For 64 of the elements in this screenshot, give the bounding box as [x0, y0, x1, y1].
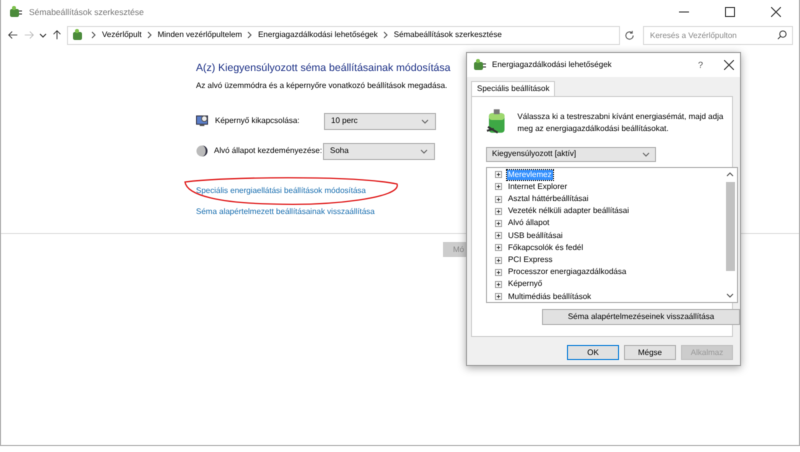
close-icon[interactable] [724, 60, 734, 70]
page-heading: A(z) Kiegyensúlyozott séma beállításainak módosítása [196, 62, 450, 75]
moon-icon [196, 145, 208, 158]
refresh-icon[interactable] [624, 30, 635, 40]
dropdown-icon [421, 117, 429, 126]
tree-item[interactable]: Processzor energiagazdálkodása [507, 267, 628, 278]
plan-dropdown[interactable]: Kiegyensúlyozott [aktív] [486, 146, 656, 162]
tree-item[interactable]: Vezeték nélküli adapter beállításai [507, 206, 630, 216]
breadcrumb[interactable]: Sémabeállítások szerkesztése [394, 30, 502, 40]
tree-item[interactable]: Képernyő [507, 279, 544, 290]
back-icon[interactable] [7, 29, 19, 41]
chevron-icon [247, 31, 254, 39]
expand-icon[interactable] [495, 280, 502, 288]
tree-item[interactable]: Asztal háttérbeállításai [507, 194, 590, 204]
expand-icon[interactable] [495, 256, 502, 264]
expand-icon[interactable] [495, 183, 502, 190]
search-field[interactable]: Keresés a Vezérlőpulton [643, 26, 793, 44]
setting-dropdown[interactable]: Soha [323, 142, 435, 160]
expand-icon[interactable] [495, 232, 502, 240]
setting-label: Képernyő kikapcsolása: [214, 116, 300, 126]
dialog-title: Energiagazdálkodási lehetőségek [492, 60, 612, 70]
expand-icon[interactable] [495, 220, 502, 227]
address-bar[interactable]: Vezérlőpult Minden vezérlőpultelem Energiagazdálkodási lehetőségek Sémabeállítások szerkesztése [67, 26, 620, 44]
chevron-icon [382, 31, 389, 39]
chevron-icon [146, 31, 153, 39]
dialog-button[interactable]: OK [567, 344, 619, 360]
scroll-down-icon[interactable] [726, 290, 734, 299]
tree-item[interactable]: Főkapcsolók és fedél [507, 242, 584, 253]
expand-icon[interactable] [495, 196, 502, 203]
breadcrumb[interactable]: Energiagazdálkodási lehetőségek [258, 30, 378, 40]
scrollbar[interactable] [723, 168, 737, 302]
expand-icon[interactable] [495, 171, 502, 178]
dialog-description: Válassza ki a testreszabni kívánt energiasémát, majd adja meg az energiagazdálkodási beállításokat. [517, 110, 724, 135]
tab[interactable]: Speciális beállítások [471, 81, 556, 96]
help-button[interactable]: ? [698, 60, 703, 70]
setting-dropdown[interactable]: 10 perc [324, 112, 436, 130]
link[interactable]: Séma alapértelmezett beállításainak visszaállítása [196, 206, 375, 216]
power-options-icon [9, 5, 23, 19]
tree-item[interactable]: Alvó állapot [507, 218, 550, 228]
setting-label: Alvó állapot kezdeményezése: [213, 146, 323, 156]
tree-item[interactable]: PCI Express [507, 255, 554, 265]
expand-icon[interactable] [495, 268, 502, 276]
expand-icon[interactable] [495, 208, 502, 215]
dropdown-icon[interactable] [39, 31, 47, 39]
tree-item[interactable]: USB beállításai [507, 230, 564, 241]
search-icon [777, 30, 787, 40]
scroll-up-icon[interactable] [726, 170, 734, 179]
expand-icon[interactable] [495, 293, 502, 300]
monitor-icon [196, 115, 209, 128]
window-title: Sémabeállítások szerkesztése [29, 6, 144, 18]
page-subtitle: Az alvó üzemmódra és a képernyőre vonatkozó beállítások megadása. [196, 80, 448, 90]
chevron-icon [91, 31, 97, 39]
expand-icon[interactable] [495, 244, 502, 252]
tree-item[interactable]: Multimédiás beállítások [507, 292, 592, 302]
power-options-icon [473, 58, 487, 72]
dropdown-icon [420, 147, 428, 156]
up-icon[interactable] [51, 29, 63, 41]
scrollbar-thumb[interactable] [726, 182, 734, 271]
breadcrumb[interactable]: Vezérlőpult [102, 30, 142, 40]
dropdown-icon [642, 150, 650, 158]
breadcrumb[interactable]: Minden vezérlőpultelem [158, 30, 242, 40]
tree-item[interactable]: Internet Explorer [507, 182, 568, 192]
reset-defaults-button[interactable]: Séma alapértelmezéseinek visszaállítása [542, 308, 740, 325]
dialog-button[interactable]: Mégse [624, 344, 676, 360]
